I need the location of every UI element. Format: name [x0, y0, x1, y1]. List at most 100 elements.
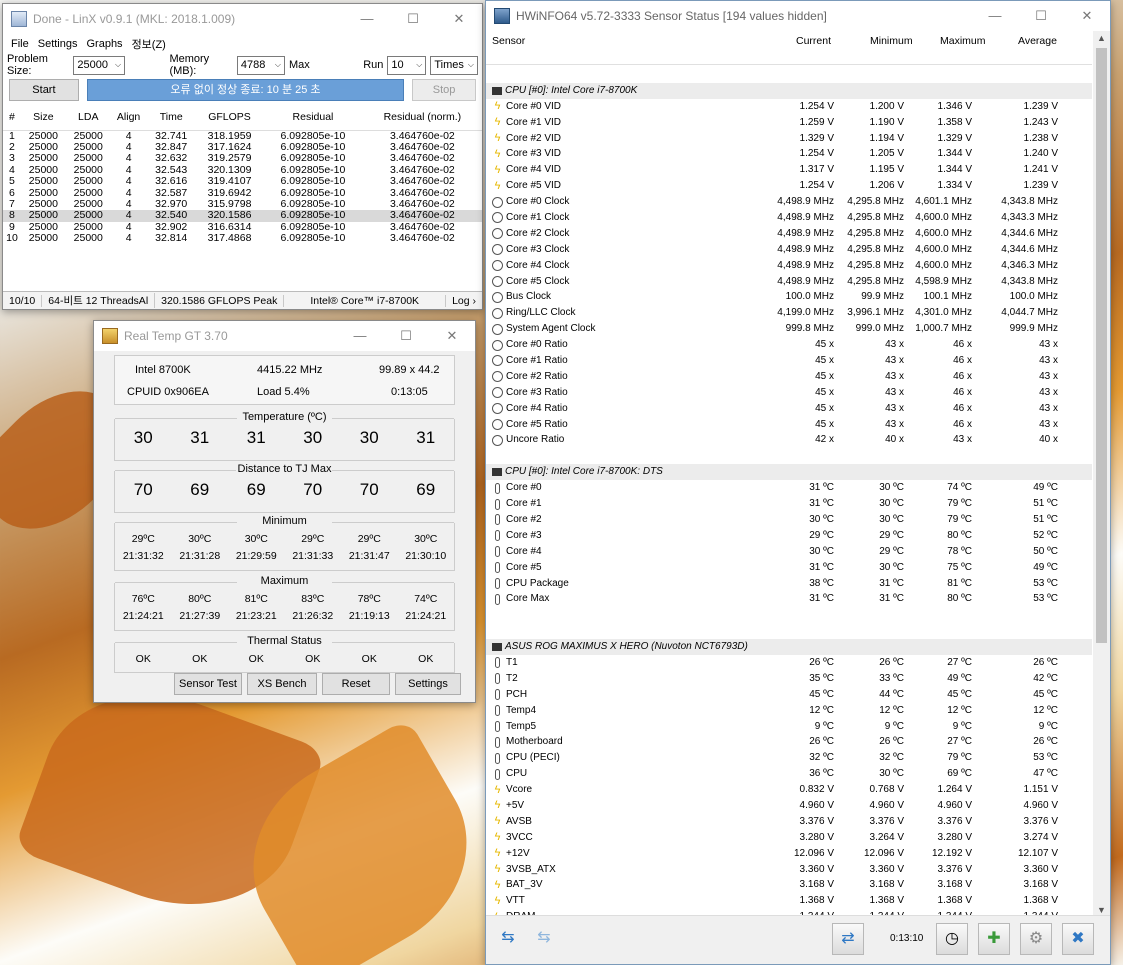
sensor-row[interactable]: ϟ Core #5 VID 1.254 V 1.206 V 1.334 V 1.239 V [486, 178, 1092, 194]
close-icon[interactable]: ✖ [1062, 923, 1094, 955]
xs-bench-button[interactable]: XS Bench [247, 673, 317, 695]
run-select[interactable]: 10 ⌵ [387, 55, 427, 75]
sensor-row[interactable]: ϟ Core #4 VID 1.317 V 1.195 V 1.344 V 1.241 V [486, 162, 1092, 178]
menu-file[interactable]: File [11, 38, 29, 50]
col-average[interactable]: Average [1018, 35, 1057, 47]
log-button[interactable]: Log › [446, 295, 482, 307]
scroll-thumb[interactable] [1096, 48, 1107, 643]
sensor-row[interactable]: Core #2 Ratio 45 x 43 x 46 x 43 x [486, 369, 1092, 385]
collapse-arrows-icon[interactable]: ⇆ [492, 923, 524, 955]
menu-graphs[interactable]: Graphs [86, 38, 122, 50]
sensor-row[interactable]: Core #3 29 ºC 29 ºC 80 ºC 52 ºC [486, 528, 1092, 544]
sensor-row[interactable]: CPU Package 38 ºC 31 ºC 81 ºC 53 ºC [486, 576, 1092, 592]
add-report-icon[interactable]: ✚ [978, 923, 1010, 955]
col-minimum[interactable]: Minimum [870, 35, 913, 47]
sensor-row[interactable]: Core #1 Clock 4,498.9 MHz 4,295.8 MHz 4,600… [486, 210, 1092, 226]
sensor-row[interactable]: Core #1 Ratio 45 x 43 x 46 x 43 x [486, 353, 1092, 369]
close-button[interactable]: ✕ [436, 4, 482, 34]
sensor-test-button[interactable]: Sensor Test [174, 673, 242, 695]
maximize-button[interactable]: ☐ [390, 4, 436, 34]
close-button[interactable]: ✕ [429, 321, 475, 351]
sensor-row[interactable]: Core #4 Clock 4,498.9 MHz 4,295.8 MHz 4,600… [486, 258, 1092, 274]
results-col-header[interactable]: # [3, 104, 21, 131]
maximize-button[interactable]: ☐ [1018, 1, 1064, 31]
menu-settings[interactable]: Settings [38, 38, 78, 50]
sensor-group-row[interactable]: CPU [#0]: Intel Core i7-8700K [486, 82, 1092, 99]
clock-icon[interactable]: ◷ [936, 923, 968, 955]
sensor-group-row[interactable]: ASUS ROG MAXIMUS X HERO (Nuvoton NCT6793… [486, 639, 1092, 655]
sensor-row[interactable]: Temp5 9 ºC 9 ºC 9 ºC 9 ºC [486, 719, 1092, 735]
minimize-button[interactable]: — [972, 1, 1018, 31]
gear-icon[interactable]: ⚙ [1020, 923, 1052, 955]
sensor-row[interactable]: ϟ 3VSB_ATX 3.360 V 3.360 V 3.376 V 3.360 V [486, 862, 1092, 878]
results-col-header[interactable]: GFLOPS [195, 104, 264, 131]
sensor-row[interactable]: Core #5 Ratio 45 x 43 x 46 x 43 x [486, 417, 1092, 433]
sensor-row[interactable]: ϟ VTT 1.368 V 1.368 V 1.368 V 1.368 V [486, 893, 1092, 909]
sensor-row[interactable]: Uncore Ratio 42 x 40 x 43 x 40 x [486, 432, 1092, 448]
sensor-row[interactable]: Ring/LLC Clock 4,199.0 MHz 3,996.1 MHz 4,30… [486, 305, 1092, 321]
sensor-row[interactable]: ϟ 3VCC 3.280 V 3.264 V 3.280 V 3.274 V [486, 830, 1092, 846]
sensor-row[interactable]: CPU (PECI) 32 ºC 32 ºC 79 ºC 53 ºC [486, 750, 1092, 766]
table-row[interactable]: 5 25000 25000 4 32.616 319.4107 6.092805e-10 3.… [3, 175, 482, 187]
close-button[interactable]: ✕ [1064, 1, 1110, 31]
sensor-row[interactable]: Bus Clock 100.0 MHz 99.9 MHz 100.1 MHz 100.0… [486, 289, 1092, 305]
times-select[interactable]: Times ⌵ [430, 55, 478, 75]
sensor-row[interactable]: Temp4 12 ºC 12 ºC 12 ºC 12 ºC [486, 703, 1092, 719]
results-col-header[interactable]: Residual (norm.) [362, 104, 482, 131]
sensor-row[interactable]: Core Max 31 ºC 31 ºC 80 ºC 53 ºC [486, 591, 1092, 607]
table-row[interactable]: 10 25000 25000 4 32.814 317.4868 6.092805e-10 3… [3, 232, 482, 244]
sensor-row[interactable]: CPU 36 ºC 30 ºC 69 ºC 47 ºC [486, 766, 1092, 782]
col-current[interactable]: Current [796, 35, 831, 47]
sensor-row[interactable]: ϟ Core #3 VID 1.254 V 1.205 V 1.344 V 1.240 V [486, 146, 1092, 162]
sensor-row[interactable]: ϟ Core #2 VID 1.329 V 1.194 V 1.329 V 1.238 V [486, 131, 1092, 147]
sensor-row[interactable]: System Agent Clock 999.8 MHz 999.0 MHz 1,00… [486, 321, 1092, 337]
sensor-row[interactable]: Core #2 30 ºC 30 ºC 79 ºC 51 ºC [486, 512, 1092, 528]
sensor-row[interactable]: Core #0 Ratio 45 x 43 x 46 x 43 x [486, 337, 1092, 353]
sensor-row[interactable]: Core #5 Clock 4,498.9 MHz 4,295.8 MHz 4,598… [486, 274, 1092, 290]
scroll-up-icon[interactable]: ▲ [1093, 33, 1110, 43]
sensor-row[interactable]: T1 26 ºC 26 ºC 27 ºC 26 ºC [486, 655, 1092, 671]
sensor-row[interactable]: Motherboard 26 ºC 26 ºC 27 ºC 26 ºC [486, 734, 1092, 750]
table-row[interactable]: 3 25000 25000 4 32.632 319.2579 6.092805e-10 3.… [3, 152, 482, 164]
results-col-header[interactable]: LDA [65, 104, 111, 131]
scroll-down-icon[interactable]: ▼ [1093, 905, 1110, 915]
sensor-row[interactable]: ϟ Core #1 VID 1.259 V 1.190 V 1.358 V 1.243 V [486, 115, 1092, 131]
results-col-header[interactable]: Size [20, 104, 66, 131]
sensor-row[interactable]: Core #3 Clock 4,498.9 MHz 4,295.8 MHz 4,600… [486, 242, 1092, 258]
sensor-row[interactable]: ϟ Vcore 0.832 V 0.768 V 1.264 V 1.151 V [486, 782, 1092, 798]
stop-button[interactable]: Stop [412, 79, 476, 101]
col-sensor[interactable]: Sensor [492, 35, 525, 47]
sensor-row[interactable]: PCH 45 ºC 44 ºC 45 ºC 45 ºC [486, 687, 1092, 703]
sensor-row[interactable]: ϟ AVSB 3.376 V 3.376 V 3.376 V 3.376 V [486, 814, 1092, 830]
start-button[interactable]: Start [9, 79, 79, 101]
linx-titlebar[interactable]: Done - LinX v0.9.1 (MKL: 2018.1.009) — ☐… [3, 4, 482, 34]
minimize-button[interactable]: — [337, 321, 383, 351]
expand-arrows-icon[interactable]: ⇆ [528, 923, 560, 955]
results-col-header[interactable]: Residual [263, 104, 363, 131]
results-col-header[interactable]: Align [110, 104, 147, 131]
max-button[interactable]: Max [289, 59, 310, 71]
maximize-button[interactable]: ☐ [383, 321, 429, 351]
sensor-row[interactable]: ϟ BAT_3V 3.168 V 3.168 V 3.168 V 3.168 V [486, 877, 1092, 893]
col-maximum[interactable]: Maximum [940, 35, 986, 47]
sensor-row[interactable]: T2 35 ºC 33 ºC 49 ºC 42 ºC [486, 671, 1092, 687]
problem-size-select[interactable]: 25000 ⌵ [73, 55, 126, 75]
sensor-row[interactable]: Core #0 Clock 4,498.9 MHz 4,295.8 MHz 4,601… [486, 194, 1092, 210]
results-col-header[interactable]: Time [146, 104, 196, 131]
sensor-row[interactable]: ϟ Core #0 VID 1.254 V 1.200 V 1.346 V 1.239 V [486, 99, 1092, 115]
sensor-row[interactable]: ϟ +5V 4.960 V 4.960 V 4.960 V 4.960 V [486, 798, 1092, 814]
sensor-row[interactable]: Core #4 Ratio 45 x 43 x 46 x 43 x [486, 401, 1092, 417]
sensor-row[interactable]: Core #5 31 ºC 30 ºC 75 ºC 49 ºC [486, 560, 1092, 576]
minimize-button[interactable]: — [344, 4, 390, 34]
menu-info[interactable]: 정보(Z) [132, 36, 166, 52]
network-icon[interactable]: ⇄ [832, 923, 864, 955]
settings-button[interactable]: Settings [395, 673, 461, 695]
memory-select[interactable]: 4788 ⌵ [236, 55, 285, 75]
sensor-row[interactable]: Core #3 Ratio 45 x 43 x 46 x 43 x [486, 385, 1092, 401]
sensor-group-row[interactable]: CPU [#0]: Intel Core i7-8700K: DTS [486, 464, 1092, 481]
realtemp-titlebar[interactable]: Real Temp GT 3.70 — ☐ ✕ [94, 321, 475, 351]
hwinfo-titlebar[interactable]: HWiNFO64 v5.72-3333 Sensor Status [194 v… [486, 1, 1110, 31]
sensor-row[interactable]: Core #0 31 ºC 30 ºC 74 ºC 49 ºC [486, 480, 1092, 496]
vertical-scrollbar[interactable]: ▲ ▼ [1093, 31, 1110, 917]
sensor-row[interactable]: ϟ +12V 12.096 V 12.096 V 12.192 V 12.107 V [486, 846, 1092, 862]
